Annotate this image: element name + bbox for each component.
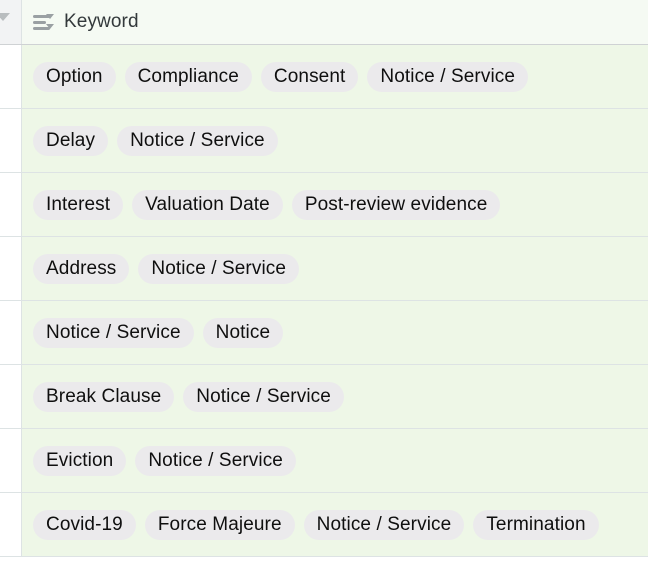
- keyword-tag[interactable]: Notice / Service: [33, 317, 194, 348]
- keyword-cell[interactable]: Break Clause Notice / Service: [22, 365, 648, 428]
- grid-header-row: Keyword: [0, 0, 648, 45]
- row-gutter-cell[interactable]: [0, 301, 22, 364]
- keyword-cell[interactable]: Option Compliance Consent Notice / Service: [22, 45, 648, 108]
- keyword-tag[interactable]: Compliance: [124, 61, 252, 92]
- table-row[interactable]: Address Notice / Service: [0, 237, 648, 301]
- keyword-tag[interactable]: Post-review evidence: [291, 189, 501, 220]
- table-row[interactable]: Option Compliance Consent Notice / Service: [0, 45, 648, 109]
- keyword-tag[interactable]: Notice / Service: [303, 509, 465, 540]
- keyword-cell[interactable]: Notice / Service Notice: [22, 301, 648, 364]
- table-row[interactable]: Delay Notice / Service: [0, 109, 648, 173]
- row-gutter-header[interactable]: [0, 0, 22, 44]
- keyword-tag[interactable]: Notice / Service: [135, 445, 296, 476]
- row-gutter-cell[interactable]: [0, 365, 22, 428]
- keyword-tag[interactable]: Consent: [260, 61, 359, 92]
- table-row[interactable]: Interest Valuation Date Post-review eviden…: [0, 173, 648, 237]
- keyword-tag[interactable]: Termination: [473, 509, 599, 540]
- row-gutter-cell[interactable]: [0, 493, 22, 556]
- table-row[interactable]: Eviction Notice / Service: [0, 429, 648, 493]
- table-row[interactable]: Covid-19 Force Majeure Notice / Service Ter…: [0, 493, 648, 557]
- keyword-grid: Keyword Option Compliance Consent Notice / …: [0, 0, 648, 562]
- keyword-cell[interactable]: Eviction Notice / Service: [22, 429, 648, 492]
- grid-body: Option Compliance Consent Notice / Service D…: [0, 45, 648, 557]
- keyword-tag[interactable]: Covid-19: [33, 509, 136, 540]
- keyword-tag[interactable]: Notice / Service: [138, 253, 300, 284]
- keyword-tag[interactable]: Valuation Date: [132, 189, 283, 220]
- keyword-cell[interactable]: Covid-19 Force Majeure Notice / Service Ter…: [22, 493, 648, 556]
- keyword-tag[interactable]: Delay: [33, 125, 109, 156]
- multi-select-list-icon: [33, 12, 55, 32]
- keyword-tag[interactable]: Address: [33, 253, 130, 284]
- keyword-tag[interactable]: Interest: [33, 189, 124, 220]
- row-gutter-cell[interactable]: [0, 109, 22, 172]
- keyword-tag[interactable]: Eviction: [33, 445, 127, 476]
- keyword-tag[interactable]: Option: [33, 61, 116, 92]
- keyword-tag[interactable]: Notice / Service: [183, 381, 344, 412]
- row-gutter-cell[interactable]: [0, 237, 22, 300]
- keyword-tag[interactable]: Break Clause: [33, 381, 175, 412]
- table-row[interactable]: Break Clause Notice / Service: [0, 365, 648, 429]
- column-header-label: Keyword: [64, 11, 139, 32]
- keyword-tag[interactable]: Force Majeure: [144, 509, 295, 540]
- keyword-cell[interactable]: Address Notice / Service: [22, 237, 648, 300]
- row-gutter-cell[interactable]: [0, 429, 22, 492]
- column-header-keyword[interactable]: Keyword: [22, 0, 648, 44]
- keyword-cell[interactable]: Interest Valuation Date Post-review eviden…: [22, 173, 648, 236]
- keyword-tag[interactable]: Notice / Service: [367, 61, 529, 92]
- row-gutter-cell[interactable]: [0, 173, 22, 236]
- keyword-cell[interactable]: Delay Notice / Service: [22, 109, 648, 172]
- table-row[interactable]: Notice / Service Notice: [0, 301, 648, 365]
- keyword-tag[interactable]: Notice / Service: [117, 125, 278, 156]
- chevron-down-icon: [0, 13, 10, 21]
- row-gutter-cell[interactable]: [0, 45, 22, 108]
- keyword-tag[interactable]: Notice: [202, 317, 284, 348]
